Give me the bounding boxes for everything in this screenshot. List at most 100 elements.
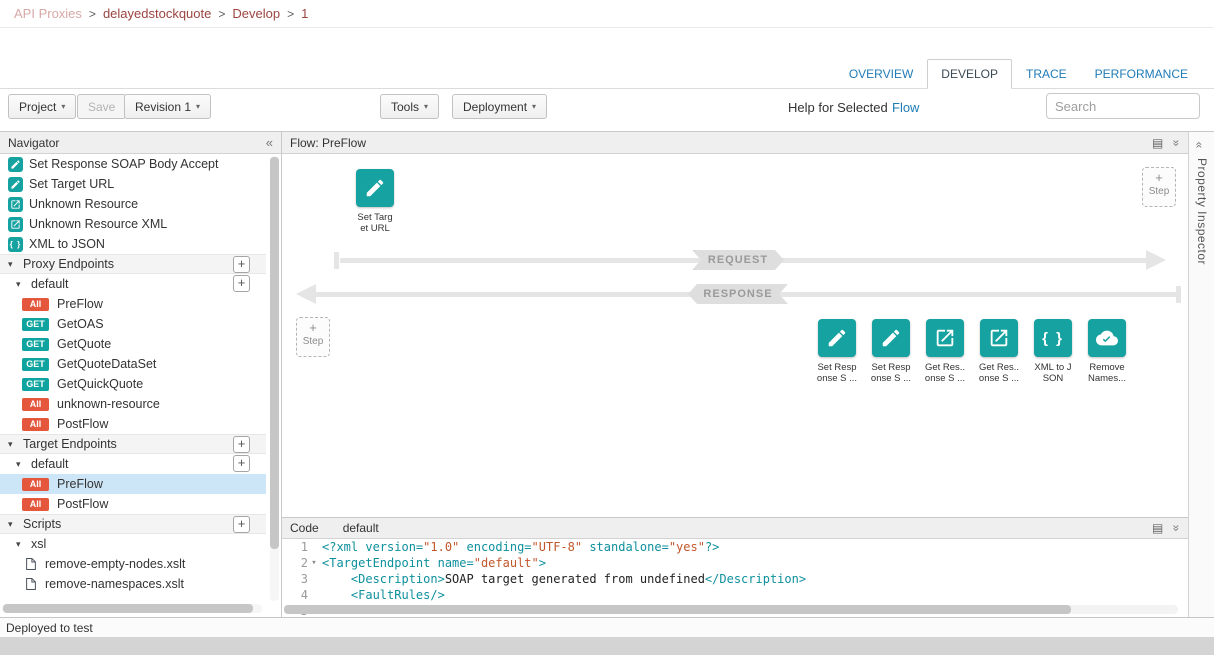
breadcrumb-item-api-proxies[interactable]: API Proxies: [14, 6, 82, 21]
add-step-button-request[interactable]: + Step: [1142, 167, 1176, 207]
navigator-section-scripts[interactable]: ▾ Scripts +: [0, 514, 266, 534]
navigator-item-label: Set Target URL: [29, 177, 114, 191]
code-line[interactable]: 3 <Description>SOAP target generated fro…: [282, 571, 1188, 587]
tab-performance[interactable]: PERFORMANCE: [1081, 59, 1202, 89]
line-number: 1: [282, 539, 308, 555]
flow-help-link[interactable]: Flow: [892, 100, 919, 115]
flow-step-get-res-onse-s[interactable]: Get Res..onse S ...: [980, 319, 1018, 384]
project-menu-button[interactable]: Project ▾: [8, 94, 76, 119]
expander-triangle-icon[interactable]: ▾: [16, 459, 26, 470]
navigator-flow-unknown-resource[interactable]: Allunknown-resource: [0, 394, 266, 414]
navigator-file-remove-namespaces-xslt[interactable]: remove-namespaces.xslt: [0, 574, 266, 594]
add-button[interactable]: +: [233, 256, 250, 273]
navigator-flow-postflow[interactable]: AllPostFlow: [0, 414, 266, 434]
panel-collapse-icon[interactable]: »: [1170, 139, 1184, 146]
code-tab-default[interactable]: default: [343, 521, 379, 535]
navigator-group-default[interactable]: ▾default+: [0, 274, 266, 294]
breadcrumb-item-develop[interactable]: Develop: [232, 6, 280, 21]
deployment-menu-button[interactable]: Deployment ▾: [452, 94, 547, 119]
code-line[interactable]: 2▾<TargetEndpoint name="default">: [282, 555, 1188, 571]
expander-triangle-icon[interactable]: ▾: [16, 279, 26, 290]
navigator-group-xsl[interactable]: ▾xsl: [0, 534, 266, 554]
flow-step-set-resp-onse-s[interactable]: Set Response S ...: [872, 319, 910, 384]
code-line[interactable]: 1<?xml version="1.0" encoding="UTF-8" st…: [282, 539, 1188, 555]
navigator-header: Navigator «: [0, 132, 281, 154]
tab-overview[interactable]: OVERVIEW: [835, 59, 927, 89]
flow-step-label: RemoveNames...: [1084, 362, 1130, 384]
pencil-icon[interactable]: [356, 169, 394, 207]
navigator-section-proxy-endpoints[interactable]: ▾Proxy Endpoints+: [0, 254, 266, 274]
add-button[interactable]: +: [233, 436, 250, 453]
add-button[interactable]: +: [233, 455, 250, 472]
expander-triangle-icon[interactable]: ▾: [8, 519, 18, 530]
navigator-flow-preflow[interactable]: AllPreFlow: [0, 294, 266, 314]
navigator-item-label: Target Endpoints: [23, 437, 117, 451]
project-menu-label: Project: [19, 100, 56, 114]
scrollbar-thumb[interactable]: [3, 604, 253, 613]
callout-icon[interactable]: [980, 319, 1018, 357]
scrollbar-thumb[interactable]: [270, 157, 279, 549]
navigator-policy-set-target-url[interactable]: Set Target URL: [0, 174, 266, 194]
flow-step-remove-names[interactable]: RemoveNames...: [1088, 319, 1126, 384]
braces-glyph: { }: [10, 240, 21, 249]
tools-menu-button[interactable]: Tools ▾: [380, 94, 439, 119]
scrollbar-thumb[interactable]: [284, 605, 1071, 614]
pencil-icon[interactable]: [872, 319, 910, 357]
flow-step-xml-to-j-son[interactable]: { }XML to JSON: [1034, 319, 1072, 384]
caret-down-icon: ▾: [424, 102, 428, 111]
navigator-group-default[interactable]: ▾default+: [0, 454, 266, 474]
add-button[interactable]: +: [233, 275, 250, 292]
add-step-button-response[interactable]: + Step: [296, 317, 330, 357]
revision-menu-button[interactable]: Revision 1 ▾: [124, 94, 211, 119]
expander-triangle-icon[interactable]: ▾: [16, 539, 26, 550]
navigator-title: Navigator: [8, 136, 59, 150]
navigator-flow-getquickquote[interactable]: GETGetQuickQuote: [0, 374, 266, 394]
flow-step-set-targ-et-url[interactable]: Set Target URL: [356, 169, 394, 234]
navigator-flow-getquote[interactable]: GETGetQuote: [0, 334, 266, 354]
callout-icon: [8, 217, 23, 232]
navigator-vertical-scrollbar[interactable]: [270, 156, 279, 601]
search-input[interactable]: [1046, 93, 1200, 119]
navigator-horizontal-scrollbar[interactable]: [2, 604, 262, 613]
navigator-policy-xml-to-json[interactable]: { }XML to JSON: [0, 234, 266, 254]
navigator-item-label: PreFlow: [57, 477, 103, 491]
navigator-section-target-endpoints[interactable]: ▾ Target Endpoints +: [0, 434, 266, 454]
navigator-policy-set-response-soap-body-accept[interactable]: Set Response SOAP Body Accept: [0, 154, 266, 174]
save-button[interactable]: Save: [77, 94, 126, 119]
navigator-item-label: Scripts: [23, 517, 61, 531]
tab-trace[interactable]: TRACE: [1012, 59, 1081, 89]
flow-step-label: Get Res..onse S ...: [922, 362, 968, 384]
collapse-navigator-icon[interactable]: «: [266, 135, 273, 150]
panel-layout-icon[interactable]: ▤: [1152, 136, 1163, 150]
navigator-flow-getoas[interactable]: GETGetOAS: [0, 314, 266, 334]
code-line-content: <FaultRules/>: [320, 587, 445, 603]
code-line[interactable]: 4 <FaultRules/>: [282, 587, 1188, 603]
callout-icon[interactable]: [926, 319, 964, 357]
navigator-file-remove-empty-nodes-xslt[interactable]: remove-empty-nodes.xslt: [0, 554, 266, 574]
expander-triangle-icon[interactable]: ▾: [8, 439, 18, 450]
xmljson-icon[interactable]: { }: [1034, 319, 1072, 357]
method-badge: GET: [22, 358, 49, 371]
pencil-icon[interactable]: [818, 319, 856, 357]
navigator-flow-preflow[interactable]: AllPreFlow: [0, 474, 266, 494]
plus-icon: +: [297, 320, 329, 336]
fold-arrow-icon[interactable]: ▾: [308, 555, 320, 571]
breadcrumb-item-delayedstockquote[interactable]: delayedstockquote: [103, 6, 211, 21]
flow-step-label: Set Response S ...: [814, 362, 860, 384]
panel-collapse-icon[interactable]: »: [1170, 525, 1184, 532]
expand-property-inspector-icon[interactable]: «: [1192, 142, 1206, 149]
breadcrumb-separator: >: [287, 7, 294, 21]
tab-develop[interactable]: DEVELOP: [927, 59, 1012, 89]
panel-layout-icon[interactable]: ▤: [1152, 521, 1163, 535]
cloudcheck-icon[interactable]: [1088, 319, 1126, 357]
navigator-policy-unknown-resource-xml[interactable]: Unknown Resource XML: [0, 214, 266, 234]
navigator-policy-unknown-resource[interactable]: Unknown Resource: [0, 194, 266, 214]
expander-triangle-icon[interactable]: ▾: [8, 259, 18, 270]
navigator-flow-postflow[interactable]: AllPostFlow: [0, 494, 266, 514]
flow-step-get-res-onse-s[interactable]: Get Res..onse S ...: [926, 319, 964, 384]
flow-step-set-resp-onse-s[interactable]: Set Response S ...: [818, 319, 856, 384]
add-button[interactable]: +: [233, 516, 250, 533]
xmljson-icon: { }: [8, 237, 23, 252]
code-horizontal-scrollbar[interactable]: [284, 605, 1178, 614]
navigator-flow-getquotedataset[interactable]: GETGetQuoteDataSet: [0, 354, 266, 374]
